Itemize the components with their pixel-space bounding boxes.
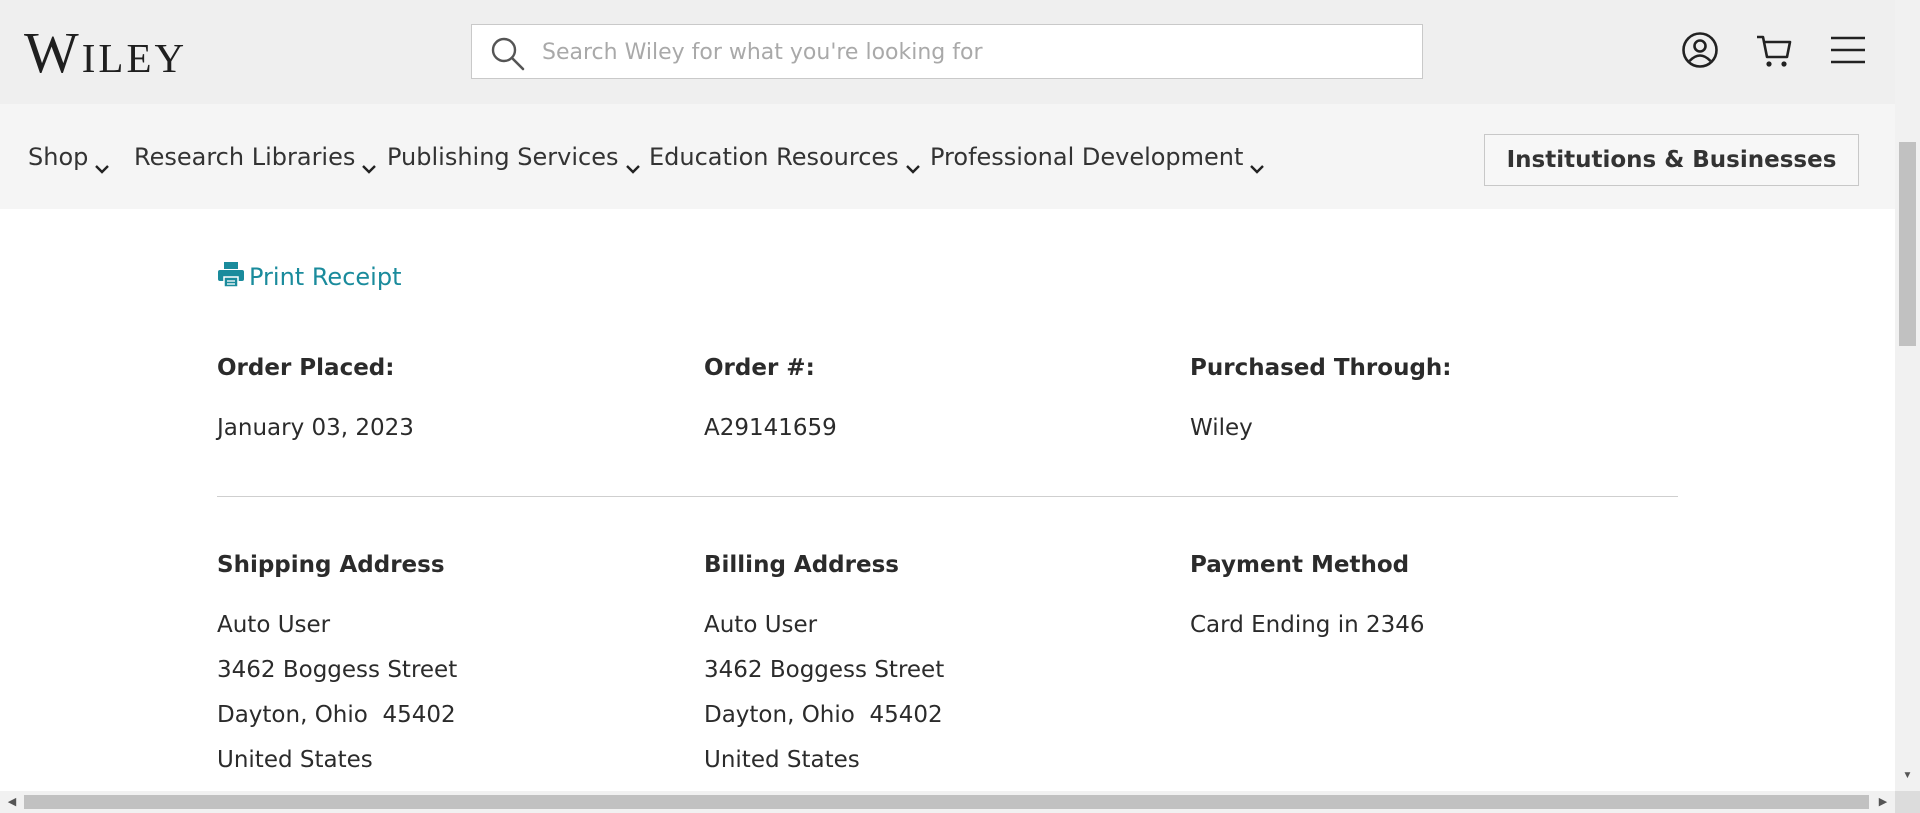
nav-item-shop[interactable]: Shop: [28, 142, 110, 174]
chevron-down-icon: [361, 152, 377, 174]
nav-item-professional-development[interactable]: Professional Development: [930, 142, 1265, 174]
nav-item-label: Shop: [28, 143, 89, 171]
billing-city: Dayton, Ohio 45402: [704, 702, 943, 728]
scrollbar-corner: [1895, 791, 1920, 813]
print-receipt-link[interactable]: Print Receipt: [217, 260, 401, 294]
scroll-left-arrow-icon[interactable]: ◀: [2, 791, 22, 813]
chevron-down-icon: [905, 152, 921, 174]
nav-item-label: Education Resources: [649, 143, 899, 171]
order-placed-value: January 03, 2023: [217, 415, 414, 441]
purchased-through-label: Purchased Through:: [1190, 355, 1452, 381]
main-nav: Shop Research Libraries Publishing Servi…: [0, 104, 1895, 209]
order-number-value: A29141659: [704, 415, 837, 441]
account-icon[interactable]: [1680, 30, 1720, 70]
search-icon[interactable]: [489, 35, 527, 73]
wiley-logo[interactable]: Wiley: [24, 22, 187, 84]
vertical-scrollbar[interactable]: ▼: [1895, 0, 1920, 791]
billing-country: United States: [704, 747, 860, 773]
payment-method-label: Payment Method: [1190, 552, 1410, 578]
chevron-down-icon: [625, 152, 641, 174]
cart-icon[interactable]: [1754, 30, 1794, 70]
purchased-through-value: Wiley: [1190, 415, 1253, 441]
nav-item-label: Professional Development: [930, 143, 1244, 171]
shipping-country: United States: [217, 747, 373, 773]
shipping-address-label: Shipping Address: [217, 552, 445, 578]
billing-name: Auto User: [704, 612, 818, 638]
chevron-down-icon: [1249, 152, 1265, 174]
shipping-address: Auto User 3462 Boggess Street Dayton, Oh…: [217, 610, 677, 790]
nav-item-education-resources[interactable]: Education Resources: [649, 142, 921, 174]
menu-icon[interactable]: [1828, 30, 1868, 70]
printer-icon: [217, 260, 245, 288]
search-input[interactable]: [540, 25, 1404, 80]
nav-item-research-libraries[interactable]: Research Libraries: [134, 142, 377, 174]
order-receipt: Print Receipt Order Placed: January 03, …: [0, 209, 1895, 791]
scroll-down-arrow-icon[interactable]: ▼: [1895, 766, 1920, 786]
search-bar[interactable]: [471, 24, 1423, 80]
shipping-name: Auto User: [217, 612, 331, 638]
order-placed-label: Order Placed:: [217, 355, 395, 381]
section-divider: [217, 496, 1678, 497]
nav-item-publishing-services[interactable]: Publishing Services: [387, 142, 641, 174]
payment-method-value: Card Ending in 2346: [1190, 612, 1425, 638]
shipping-street: 3462 Boggess Street: [217, 657, 458, 683]
payment-method: Card Ending in 2346: [1190, 610, 1650, 655]
horizontal-scrollbar[interactable]: ◀ ▶: [0, 791, 1895, 813]
billing-address-label: Billing Address: [704, 552, 899, 578]
site-header: Wiley: [0, 0, 1895, 104]
nav-item-label: Research Libraries: [134, 143, 356, 171]
billing-street: 3462 Boggess Street: [704, 657, 945, 683]
horizontal-scrollbar-thumb[interactable]: [24, 795, 1869, 809]
chevron-down-icon: [94, 152, 110, 174]
order-number-label: Order #:: [704, 355, 815, 381]
nav-item-label: Publishing Services: [387, 143, 619, 171]
scroll-right-arrow-icon[interactable]: ▶: [1873, 791, 1893, 813]
institutions-businesses-button[interactable]: Institutions & Businesses: [1484, 134, 1859, 186]
shipping-city: Dayton, Ohio 45402: [217, 702, 456, 728]
print-receipt-label: Print Receipt: [249, 263, 402, 291]
billing-address: Auto User 3462 Boggess Street Dayton, Oh…: [704, 610, 1164, 790]
vertical-scrollbar-thumb[interactable]: [1899, 142, 1916, 346]
